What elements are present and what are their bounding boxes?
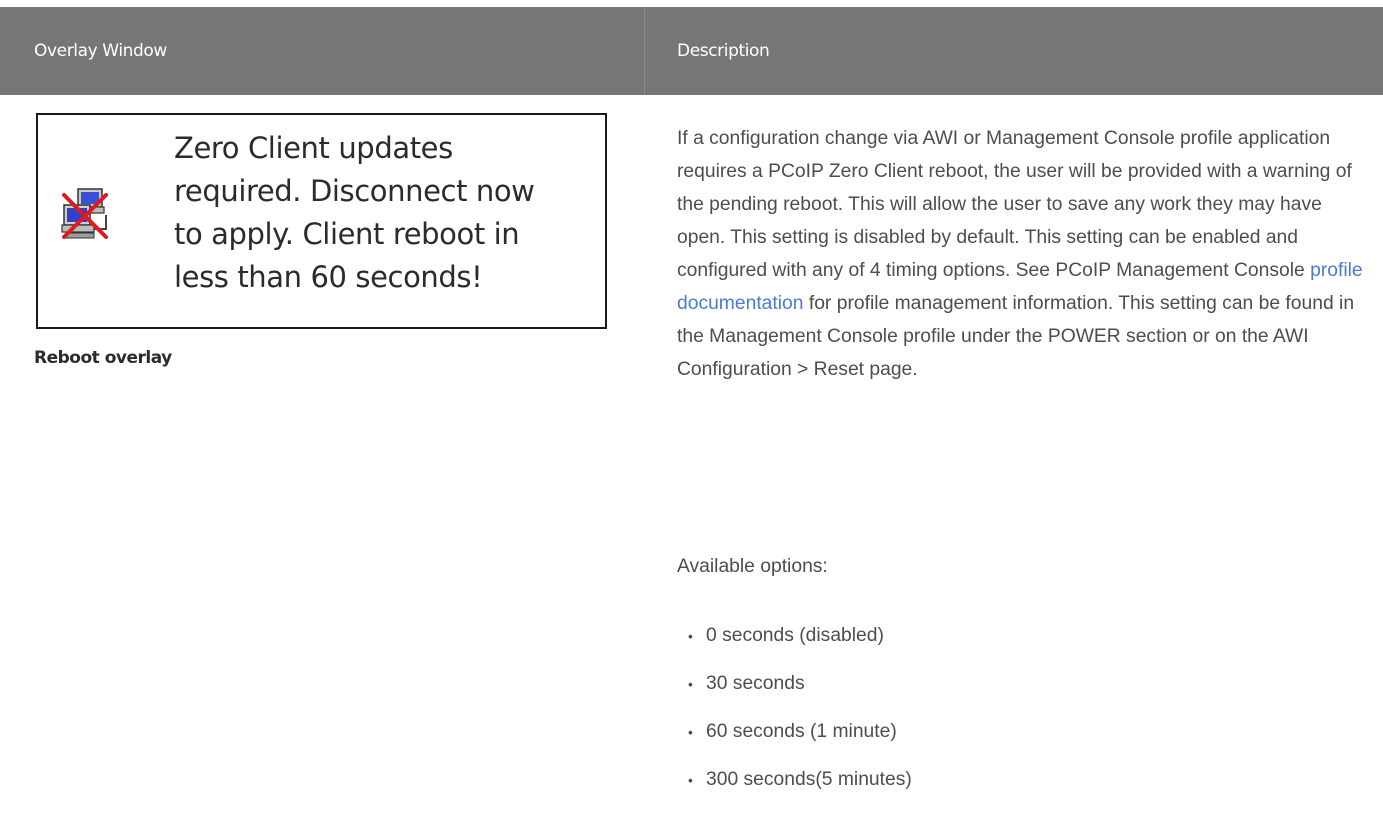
header-overlay-window: Overlay Window (34, 41, 167, 61)
description-text: If a configuration change via AWI or Man… (677, 128, 1352, 281)
option-label: 30 seconds (706, 673, 805, 694)
bullet-icon: • (688, 628, 693, 644)
list-item: • 30 seconds (677, 660, 912, 708)
option-label: 300 seconds(5 minutes) (706, 769, 912, 790)
header-description: Description (677, 41, 770, 61)
table-header-row: Overlay Window Description (0, 7, 1383, 95)
list-item: • 300 seconds(5 minutes) (677, 756, 912, 804)
header-divider (644, 7, 645, 95)
list-item: • 60 seconds (1 minute) (677, 708, 912, 756)
overlay-message-line: required. Disconnect now (174, 174, 535, 208)
option-label: 0 seconds (disabled) (706, 625, 884, 646)
option-label: 60 seconds (1 minute) (706, 721, 897, 742)
image-caption: Reboot overlay (34, 348, 172, 368)
reboot-overlay-image: Zero Client updates required. Disconnect… (36, 113, 607, 329)
overlay-message: Zero Client updates required. Disconnect… (174, 127, 594, 299)
list-item: • 0 seconds (disabled) (677, 612, 912, 660)
available-options-label: Available options: (677, 556, 828, 577)
bullet-icon: • (688, 676, 693, 692)
disconnected-computer-icon (61, 188, 108, 239)
bullet-icon: • (688, 724, 693, 740)
description-paragraph: If a configuration change via AWI or Man… (677, 122, 1367, 386)
overlay-message-line: less than 60 seconds! (174, 260, 483, 294)
options-list: • 0 seconds (disabled) • 30 seconds • 60 se… (677, 612, 912, 804)
overlay-message-line: to apply. Client reboot in (174, 217, 520, 251)
bullet-icon: • (688, 772, 693, 788)
overlay-message-line: Zero Client updates (174, 131, 453, 165)
